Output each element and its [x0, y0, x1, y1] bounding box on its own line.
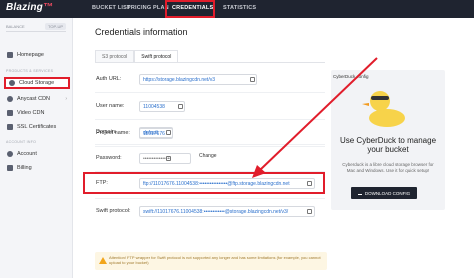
- sidebar-item-label: Homepage: [17, 52, 44, 58]
- project-name-field[interactable]: 11017676: [139, 128, 173, 139]
- sidebar-item-ssl-certificates[interactable]: SSL Certificates: [4, 121, 70, 133]
- video-icon: [7, 110, 13, 116]
- logo[interactable]: Blazing™: [6, 2, 53, 13]
- billing-icon: [7, 165, 13, 171]
- balance-divider: [6, 31, 66, 32]
- password-label: Password:: [96, 155, 122, 161]
- row-divider: [95, 146, 325, 147]
- sidebar-item-label: Anycast CDN: [17, 96, 51, 102]
- globe-icon: [7, 96, 13, 102]
- ftp-notice: Attention! FTP wrapper for Swift protoco…: [95, 252, 327, 270]
- swift-protocol-label: Swift protocol:: [96, 208, 131, 214]
- cyberduck-description: Cyberduck is a libre cloud storage brows…: [342, 162, 434, 173]
- nav-bucket-list[interactable]: BUCKET LIST: [92, 5, 131, 11]
- sidebar-item-homepage[interactable]: Homepage: [4, 49, 70, 61]
- swift-protocol-field[interactable]: swift://11017676.11004538:••••••••••••@s…: [139, 206, 315, 217]
- row-divider: [95, 144, 325, 145]
- cloud-icon: [9, 80, 15, 86]
- cyberduck-config-title: CyberDuck config: [333, 74, 369, 79]
- sidebar-item-label: Cloud Storage: [19, 80, 55, 86]
- copy-icon[interactable]: [250, 77, 255, 82]
- sidebar-item-account[interactable]: Account: [4, 148, 70, 160]
- sidebar-item-video-cdn[interactable]: Video CDN: [4, 107, 70, 119]
- sidebar-item-label: Video CDN: [17, 110, 45, 116]
- download-config-label: DOWNLOAD CONFIG: [364, 190, 411, 196]
- sidebar-item-cloud-storage[interactable]: Cloud Storage: [4, 77, 70, 89]
- password-field[interactable]: ••••••••••••••••: [139, 153, 191, 164]
- sidebar-section-account: ACCOUNT INFO: [6, 140, 37, 144]
- row-divider: [95, 198, 325, 199]
- auth-url-field[interactable]: https://storage.blazingcdn.net/v3: [139, 74, 257, 85]
- topup-button[interactable]: TOP-UP: [45, 23, 67, 30]
- change-password-link[interactable]: Change: [199, 153, 217, 159]
- auth-url-label: Auth URL:: [96, 76, 122, 82]
- balance-label: BALANCE: [6, 24, 25, 29]
- protocol-tabs: S3 protocol Swift protocol: [95, 50, 179, 62]
- sidebar-item-label: SSL Certificates: [17, 124, 57, 130]
- copy-icon[interactable]: [307, 209, 312, 214]
- copy-icon[interactable]: [178, 104, 183, 109]
- notice-text: Attention! FTP wrapper for Swift protoco…: [109, 255, 321, 265]
- user-name-label: User name:: [96, 103, 125, 109]
- sidebar-item-label: Account: [17, 151, 37, 157]
- row-divider: [95, 92, 325, 93]
- chevron-right-icon: ›: [65, 96, 67, 102]
- tab-divider: [95, 62, 325, 63]
- download-config-button[interactable]: DOWNLOAD CONFIG: [351, 187, 417, 199]
- sidebar-item-anycast-cdn[interactable]: Anycast CDN ›: [4, 93, 70, 105]
- credentials-highlight-box: [165, 0, 215, 18]
- copy-icon[interactable]: [307, 181, 312, 186]
- page-title: Credentials information: [95, 27, 188, 37]
- row-divider: [95, 119, 325, 120]
- nav-statistics[interactable]: STATISTICS: [223, 5, 256, 11]
- download-icon: [357, 191, 362, 195]
- cyberduck-heading: Use CyberDuck to manage your bucket: [339, 136, 437, 154]
- project-name-label: Project name:: [96, 130, 130, 136]
- home-icon: [7, 52, 13, 58]
- sidebar: BALANCE TOP-UP Homepage PRODUCTS & SERVI…: [0, 18, 73, 278]
- tab-swift-protocol[interactable]: Swift protocol: [134, 50, 179, 62]
- warning-icon: [99, 257, 107, 264]
- sidebar-section-products: PRODUCTS & SERVICES: [6, 69, 54, 73]
- lock-icon: [7, 124, 13, 130]
- nav-pricing-plan[interactable]: PRICING PLAN: [127, 5, 169, 11]
- sidebar-item-label: Billing: [17, 165, 32, 171]
- sidebar-item-billing[interactable]: Billing: [4, 162, 70, 174]
- ftp-field[interactable]: ftp://11017676.11004538:••••••••••••••••…: [139, 178, 315, 189]
- ftp-label: FTP:: [96, 180, 108, 186]
- tab-s3-protocol[interactable]: S3 protocol: [95, 50, 135, 62]
- user-icon: [7, 151, 13, 157]
